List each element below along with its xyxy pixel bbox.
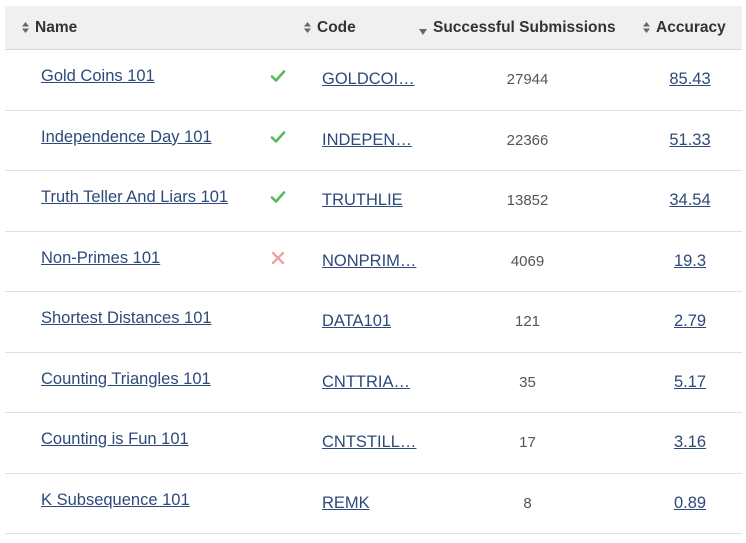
accuracy-link[interactable]: 51.33	[635, 131, 745, 150]
table-row: K Subsequence 101 REMK 8 0.89	[5, 474, 745, 534]
problem-name-link[interactable]: Gold Coins 101	[41, 67, 155, 86]
accuracy-link[interactable]: 5.17	[635, 373, 745, 392]
problem-code-link[interactable]: TRUTHLIE	[322, 191, 422, 210]
check-icon	[270, 129, 286, 145]
column-header-code[interactable]: Code	[304, 6, 356, 49]
successful-submissions-count: 35	[519, 373, 536, 391]
problem-name-link[interactable]: Non-Primes 101	[41, 249, 160, 268]
table-row: Non-Primes 101 NONPRIM… 4069 19.3	[5, 232, 745, 292]
problem-name-link[interactable]: Independence Day 101	[41, 128, 212, 147]
successful-submissions-count: 13852	[506, 192, 549, 209]
successful-submissions-count: 22366	[506, 131, 549, 149]
accuracy-link[interactable]: 3.16	[635, 433, 745, 452]
accuracy-link[interactable]: 34.54	[635, 191, 745, 210]
successful-submissions-count: 17	[519, 434, 536, 451]
cross-icon	[270, 250, 286, 266]
sort-desc-icon[interactable]	[419, 28, 427, 35]
table-row: Counting Triangles 101 CNTTRIA… 35 5.17	[5, 353, 745, 413]
table-row: Counting is Fun 101 CNTSTILL… 17 3.16	[5, 413, 742, 474]
successful-submissions-count: 4069	[510, 252, 545, 270]
table-body: Gold Coins 101 GOLDCOI… 27944 85.43 Independ…	[5, 50, 742, 534]
problem-code-link[interactable]: CNTTRIA…	[322, 373, 422, 392]
problem-code-link[interactable]: DATA101	[322, 312, 422, 331]
column-header-code-label: Code	[317, 19, 356, 36]
accuracy-link[interactable]: 0.89	[635, 494, 745, 513]
table-row: Gold Coins 101 GOLDCOI… 27944 85.43	[5, 50, 742, 111]
problem-code-link[interactable]: INDEPEN…	[322, 131, 422, 150]
column-header-accuracy-label: Accuracy	[656, 19, 726, 36]
column-header-name-label: Name	[35, 19, 78, 36]
table-header: Name Code Successful Submissions Accurac…	[5, 6, 742, 50]
check-icon	[270, 68, 286, 84]
table-row: Truth Teller And Liars 101 TRUTHLIE 13852 3…	[5, 171, 742, 232]
problem-name-link[interactable]: K Subsequence 101	[41, 491, 190, 510]
table-row: Independence Day 101 INDEPEN… 22366 51.33	[5, 111, 745, 171]
problem-name-link[interactable]: Truth Teller And Liars 101	[41, 188, 228, 207]
problem-name-link[interactable]: Counting Triangles 101	[41, 370, 211, 389]
successful-submissions-count: 27944	[506, 71, 549, 88]
successful-submissions-count: 121	[514, 313, 541, 330]
accuracy-link[interactable]: 19.3	[635, 252, 745, 271]
column-header-submissions-label: Successful Submissions	[433, 19, 616, 36]
sort-icon[interactable]	[22, 22, 29, 34]
column-header-submissions[interactable]: Successful Submissions	[419, 6, 616, 49]
column-header-accuracy[interactable]: Accuracy	[643, 6, 726, 49]
accuracy-link[interactable]: 2.79	[635, 312, 745, 331]
problem-name-link[interactable]: Shortest Distances 101	[41, 309, 212, 328]
problem-code-link[interactable]: NONPRIM…	[322, 252, 422, 271]
problem-name-link[interactable]: Counting is Fun 101	[41, 430, 189, 449]
table-row: Shortest Distances 101 DATA101 121 2.79	[5, 292, 742, 353]
sort-icon[interactable]	[643, 22, 650, 34]
problem-code-link[interactable]: REMK	[322, 494, 422, 513]
sort-icon[interactable]	[304, 22, 311, 34]
problem-code-link[interactable]: GOLDCOI…	[322, 70, 422, 89]
check-icon	[270, 189, 286, 205]
successful-submissions-count: 8	[523, 494, 532, 512]
accuracy-link[interactable]: 85.43	[635, 70, 745, 89]
column-header-name[interactable]: Name	[22, 6, 77, 49]
problem-code-link[interactable]: CNTSTILL…	[322, 433, 422, 452]
problems-table: Name Code Successful Submissions Accurac…	[5, 6, 742, 534]
